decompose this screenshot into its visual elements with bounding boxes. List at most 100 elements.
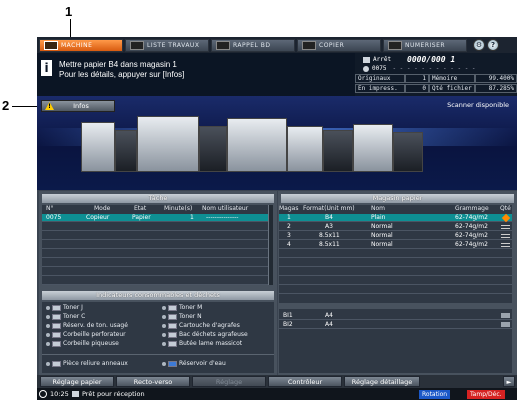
table-row[interactable]: 1 B4 Plain 62-74g/m2 (279, 213, 512, 223)
job-scrollbar[interactable] (268, 205, 273, 285)
tampon-badge: Tamp/Déc. (467, 390, 505, 399)
help-icon[interactable]: ? (487, 39, 499, 51)
message-line-1: Mettre papier B4 dans magasin 1 (59, 60, 177, 69)
col-format: Format(Unit mm) (303, 205, 355, 212)
ready-text: Prêt pour réception (82, 390, 145, 398)
info-icon: i (41, 60, 52, 76)
user-number: 0075 (372, 65, 387, 72)
callout-2: 2 (2, 98, 10, 113)
tray-format: 8.5x11 (319, 232, 340, 239)
consumable-label: Butée lame massicot (179, 340, 243, 347)
tray-format: 8.5x11 (319, 241, 340, 248)
col-nom: Nom (371, 205, 386, 212)
table-row[interactable]: 4 8.5x11 Normal 62-74g/m2 (279, 241, 512, 249)
file-qty-value: 87.285% (475, 84, 517, 93)
tray-grammage: 62-74g/m2 (455, 232, 488, 239)
col-grammage: Grammage (455, 205, 489, 212)
machine-screen: MACHINE LISTE TRAVAUX RAPPEL BD COPIER N… (37, 37, 517, 400)
status-dot-icon (46, 314, 50, 319)
consumable-label: Pièce reliure anneaux (63, 360, 128, 367)
tab-numeriser[interactable]: NUMERISER (383, 38, 467, 52)
consumable-label: Corbeille perforateur (63, 331, 126, 338)
tray-grammage: 62-74g/m2 (455, 223, 488, 230)
status-dot-icon (162, 341, 166, 346)
consumables-panel: Indicateurs consommables et déchets Tone… (39, 288, 277, 375)
scan-icon (388, 40, 402, 50)
consumable-label: Bac déchets agrafeuse (179, 331, 248, 338)
status-dot-icon (162, 323, 166, 328)
message-area: i Mettre papier B4 dans magasin 1 Pour l… (37, 53, 355, 96)
consumable-item: Toner C (46, 313, 85, 320)
tab-machine[interactable]: MACHINE (39, 38, 123, 52)
consumable-item: Corbeille perforateur (46, 331, 126, 338)
machine-image (227, 118, 287, 172)
reglage-detaillage-button[interactable]: Réglage détaillage (344, 376, 420, 387)
toner-icon (52, 313, 61, 320)
message-line-2: Pour les détails, appuyer sur [Infos] (59, 70, 185, 79)
printer-icon (72, 391, 79, 397)
table-row (42, 232, 268, 240)
consumable-item: Pièce reliure anneaux (46, 360, 128, 367)
tray-number: BI1 (283, 312, 293, 319)
machine-image (81, 122, 115, 172)
originals-value: 1 (405, 74, 429, 83)
status-row: En impress. 0 Qté fichier 87.285% (355, 84, 517, 93)
utility-icon[interactable]: ⚙ (473, 39, 485, 51)
machine-state: Arrêt (373, 56, 392, 63)
tab-copier[interactable]: COPIER (297, 38, 381, 52)
tache-panel: Tâche N° Mode Etat Minute(s) Nom utilisa… (39, 191, 277, 288)
tray-number: BI2 (283, 321, 293, 328)
warning-icon: ! (45, 102, 54, 110)
level-icon (501, 322, 510, 327)
controleur-button[interactable]: Contrôleur (268, 376, 342, 387)
tray-paper-name: Normal (371, 232, 393, 239)
tray-paper-name: Normal (371, 223, 393, 230)
reglage-papier-button[interactable]: Réglage papier (40, 376, 114, 387)
job-user: --------------- (206, 214, 239, 221)
tray-grammage: 62-74g/m2 (455, 241, 488, 248)
consumable-item: Toner N (162, 313, 202, 320)
table-row[interactable]: 2 A3 Normal 62-74g/m2 (279, 223, 512, 231)
tab-liste-travaux[interactable]: LISTE TRAVAUX (125, 38, 209, 52)
consumable-label: Cartouche d'agrafes (179, 322, 240, 329)
table-row[interactable]: BI2 A4 (279, 321, 512, 329)
table-row (42, 250, 268, 258)
next-page-button[interactable]: ► (503, 376, 515, 387)
table-row (279, 259, 512, 267)
consumables-title: Indicateurs consommables et déchets (42, 291, 274, 300)
table-row (42, 223, 268, 231)
status-dot-icon (162, 361, 166, 366)
consumable-item: Toner J (46, 304, 83, 311)
job-state: Papier (132, 214, 151, 221)
table-row[interactable]: 3 8.5x11 Normal 62-74g/m2 (279, 232, 512, 240)
status-dot-icon (162, 332, 166, 337)
job-minutes: 1 (190, 214, 194, 221)
toner-icon (168, 304, 177, 311)
recto-verso-button[interactable]: Recto-verso (116, 376, 190, 387)
machine-image (115, 130, 137, 172)
tab-rappel-bd[interactable]: RAPPEL BD (211, 38, 295, 52)
table-row (42, 241, 268, 249)
machine-icon (44, 40, 58, 50)
counter: 0000/000 1 (407, 55, 456, 64)
tab-label: RAPPEL BD (233, 41, 271, 49)
machine-image (137, 116, 199, 172)
consumable-item: Bac déchets agrafeuse (162, 331, 248, 338)
memory-label: Mémoire (429, 74, 475, 83)
tache-title: Tâche (42, 194, 274, 203)
status-dot-icon (162, 305, 166, 310)
divider (42, 354, 274, 355)
infos-button[interactable]: ! Infos (41, 100, 115, 112)
consumable-item: Réservoir d'eau (162, 360, 226, 367)
toner-icon (52, 304, 61, 311)
consumable-item: Toner M (162, 304, 202, 311)
consumable-item: Réserv. de ton. usagé (46, 322, 128, 329)
recall-icon (216, 40, 230, 50)
tray-format: B4 (325, 214, 333, 221)
col-minutes: Minute(s) (164, 205, 193, 212)
originals-label: Originaux (355, 74, 405, 83)
status-box: Arrêt 0000/000 1 0075 - - - - - - - - - … (355, 53, 517, 96)
table-row[interactable]: BI1 A4 (279, 312, 512, 320)
table-row[interactable]: 0075 Copieur Papier 1 --------------- (42, 214, 268, 222)
tray-format: A3 (325, 223, 333, 230)
